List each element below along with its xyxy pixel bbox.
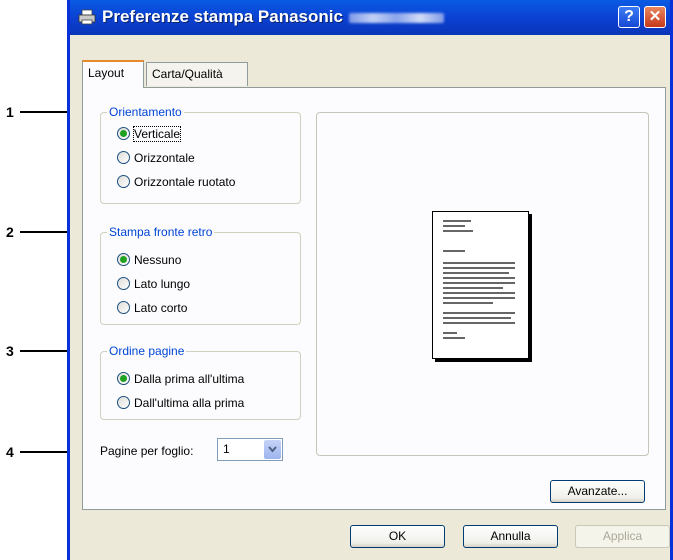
page-order-legend: Ordine pagine — [107, 344, 187, 358]
callout-number: 4 — [6, 444, 14, 460]
pages-per-sheet-select[interactable]: 1 — [217, 438, 283, 461]
printer-icon — [78, 9, 96, 25]
radio-verticale[interactable]: Verticale — [117, 126, 182, 143]
apply-button[interactable]: Applica — [575, 525, 670, 548]
callout-number: 2 — [6, 224, 14, 240]
radio-button[interactable] — [117, 372, 130, 386]
dropdown-button[interactable] — [264, 440, 281, 459]
radio-button[interactable] — [117, 151, 130, 165]
pages-per-sheet-value: 1 — [223, 442, 230, 456]
callout-number: 3 — [6, 343, 14, 359]
tab-carta-qualita[interactable]: Carta/Qualità — [146, 62, 248, 86]
radio-button[interactable] — [117, 277, 130, 291]
duplex-group: Stampa fronte retro Nessuno Lato lungo L… — [100, 225, 301, 325]
radio-button[interactable] — [117, 396, 130, 410]
tab-layout[interactable]: Layout — [82, 60, 144, 88]
radio-label: Dall'ultima alla prima — [134, 396, 245, 410]
radio-label: Orizzontale ruotato — [134, 175, 236, 189]
chevron-down-icon — [268, 446, 277, 453]
redacted-model — [348, 12, 444, 23]
cancel-button[interactable]: Annulla — [463, 525, 558, 548]
radio-label: Lato corto — [134, 301, 188, 315]
duplex-legend: Stampa fronte retro — [107, 225, 215, 239]
radio-lato-corto[interactable]: Lato corto — [117, 301, 187, 317]
title-bar[interactable]: Preferenze stampa Panasonic ? ✕ — [70, 0, 670, 35]
page-order-group: Ordine pagine Dalla prima all'ultima Dal… — [100, 344, 301, 420]
radio-label: Orizzontale — [134, 151, 195, 165]
close-button[interactable]: ✕ — [644, 6, 666, 28]
callout-number: 1 — [6, 104, 14, 120]
print-preferences-dialog: Preferenze stampa Panasonic ? ✕ Layout C… — [67, 0, 673, 560]
radio-lato-lungo[interactable]: Lato lungo — [117, 277, 190, 293]
radio-orizzontale-ruotato[interactable]: Orizzontale ruotato — [117, 175, 235, 191]
radio-dalla-prima[interactable]: Dalla prima all'ultima — [117, 372, 244, 388]
radio-button[interactable] — [117, 253, 130, 267]
page-preview-box — [316, 112, 649, 456]
window-title: Preferenze stampa Panasonic — [102, 7, 444, 27]
radio-label: Dalla prima all'ultima — [134, 372, 245, 386]
layout-panel: Orientamento Verticale Orizzontale Orizz… — [82, 87, 666, 510]
ok-button[interactable]: OK — [350, 525, 445, 548]
orientation-legend: Orientamento — [107, 105, 184, 119]
radio-label: Nessuno — [134, 253, 182, 267]
advanced-button[interactable]: Avanzate... — [550, 480, 645, 503]
radio-label: Lato lungo — [134, 277, 191, 291]
radio-dall-ultima[interactable]: Dall'ultima alla prima — [117, 396, 244, 412]
page-preview-icon — [432, 211, 529, 359]
radio-button[interactable] — [117, 301, 130, 315]
radio-nessuno[interactable]: Nessuno — [117, 253, 181, 269]
radio-button[interactable] — [117, 127, 130, 141]
pages-per-sheet-label: Pagine per foglio: — [100, 444, 194, 458]
help-button[interactable]: ? — [618, 6, 640, 28]
radio-orizzontale[interactable]: Orizzontale — [117, 151, 195, 167]
radio-button[interactable] — [117, 175, 130, 189]
radio-label: Verticale — [132, 126, 182, 142]
orientation-group: Orientamento Verticale Orizzontale Orizz… — [100, 105, 301, 204]
